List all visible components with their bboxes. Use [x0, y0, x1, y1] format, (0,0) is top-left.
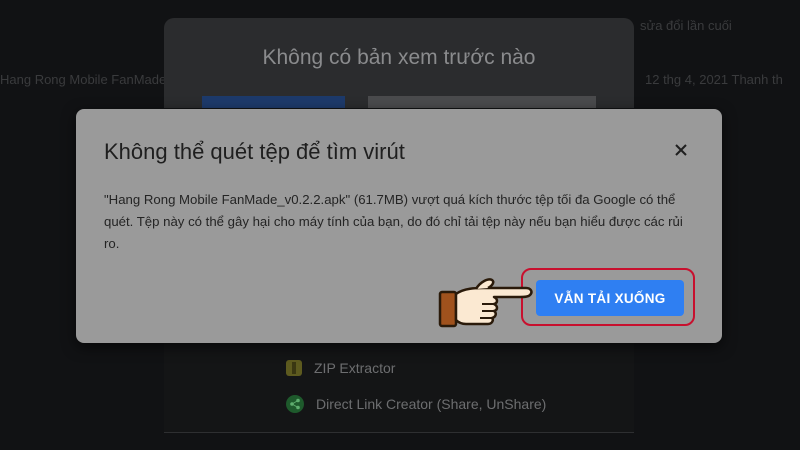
pointing-hand-icon [438, 278, 533, 328]
virus-scan-warning-dialog: Không thể quét tệp để tìm virút "Hang Ro… [76, 109, 722, 343]
menu-item-direct-link-creator[interactable]: Direct Link Creator (Share, UnShare) [286, 395, 546, 413]
zip-extractor-icon [286, 360, 302, 376]
last-modified-text: sửa đổi lần cuối [640, 18, 732, 33]
date-text: 12 thg 4, 2021 Thanh th [645, 72, 783, 87]
menu-item-label: ZIP Extractor [314, 360, 396, 376]
preview-secondary-button[interactable] [368, 96, 596, 108]
share-icon [286, 395, 304, 413]
dialog-message: "Hang Rong Mobile FanMade_v0.2.2.apk" (6… [104, 192, 683, 251]
close-icon [675, 144, 687, 156]
divider [164, 432, 634, 433]
dialog-title: Không thể quét tệp để tìm virút [104, 139, 405, 164]
close-button[interactable] [670, 139, 692, 161]
no-preview-title: Không có bản xem trước nào [262, 46, 536, 69]
file-name-text: Hang Rong Mobile FanMade [0, 72, 167, 87]
download-anyway-button[interactable]: VẪN TẢI XUỐNG [536, 280, 684, 316]
preview-primary-button[interactable] [202, 96, 345, 108]
preview-panel: Không có bản xem trước nào [164, 18, 634, 108]
open-with-menu [164, 343, 634, 432]
menu-item-label: Direct Link Creator (Share, UnShare) [316, 396, 547, 412]
menu-item-zip-extractor[interactable]: ZIP Extractor [286, 360, 395, 376]
